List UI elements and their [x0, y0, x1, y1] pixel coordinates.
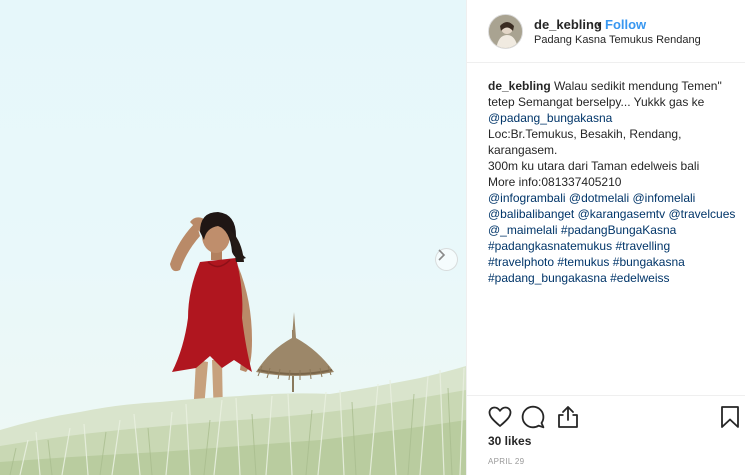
grass-field	[0, 366, 466, 475]
caption-text: Walau sedikit mendung Temen"	[550, 79, 722, 93]
heart-outline-icon[interactable]	[487, 404, 513, 430]
hashtag-link[interactable]: #padang_bungakasna	[488, 271, 607, 285]
mention-link[interactable]: @_maimelali	[488, 223, 558, 237]
caption-line: de_kebling Walau sedikit mendung Temen"	[488, 78, 740, 94]
mention-link[interactable]: @infomelali	[632, 191, 695, 205]
post-photo[interactable]	[0, 0, 466, 475]
caption-line: tetep Semangat berselpy... Yukkk gas ke	[488, 94, 740, 110]
profile-picture-icon	[489, 15, 522, 48]
caption-text: Loc:Br.Temukus, Besakih, Rendang,	[488, 127, 682, 141]
hashtag-link[interactable]: #temukus	[557, 255, 609, 269]
caption-line: @_maimelali #padangBungaKasna	[488, 222, 740, 238]
caption-line: @padang_bungakasna	[488, 110, 740, 126]
photo-scene	[0, 212, 466, 475]
follow-button[interactable]: Follow	[605, 17, 646, 32]
bookmark-icon[interactable]	[717, 404, 743, 430]
caption-text: 300m ku utara dari Taman edelweis bali	[488, 159, 700, 173]
caption-line: Loc:Br.Temukus, Besakih, Rendang,	[488, 126, 740, 142]
hashtag-link[interactable]: #edelweiss	[610, 271, 669, 285]
avatar[interactable]	[488, 14, 523, 49]
caption-line: #padangkasnatemukus #travelling	[488, 238, 740, 254]
caption-line: 300m ku utara dari Taman edelweis bali	[488, 158, 740, 174]
hashtag-link[interactable]: #travelling	[615, 239, 670, 253]
action-bar	[467, 395, 745, 435]
likes-count[interactable]: 30 likes	[488, 434, 531, 448]
post-date[interactable]: APRIL 29	[488, 457, 524, 466]
hashtag-link[interactable]: #bungakasna	[613, 255, 685, 269]
mention-link[interactable]: @travelcues	[669, 207, 736, 221]
mention-link[interactable]: @dotmelali	[569, 191, 629, 205]
caption-line: @infogrambali @dotmelali @infomelali	[488, 190, 740, 206]
caption-line: #padang_bungakasna #edelweiss	[488, 270, 740, 286]
post-caption: de_kebling Walau sedikit mendung Temen" t…	[488, 78, 740, 286]
hashtag-link[interactable]: #padangkasnatemukus	[488, 239, 612, 253]
caption-line: @balibalibanget @karangasemtv @travelcue…	[488, 206, 740, 222]
chevron-right-icon	[438, 249, 446, 261]
caption-line: karangasem.	[488, 142, 740, 158]
comment-bubble-icon[interactable]	[520, 404, 546, 430]
header-username[interactable]: de_kebling	[534, 17, 602, 32]
next-image-button[interactable]	[435, 248, 458, 271]
post-header: de_kebling • Follow Padang Kasna Temukus…	[467, 0, 745, 63]
mention-link[interactable]: @padang_bungakasna	[488, 111, 612, 125]
thatched-umbrella	[256, 312, 334, 392]
mention-link[interactable]: @infogrambali	[488, 191, 566, 205]
caption-text: tetep Semangat berselpy... Yukkk gas ke	[488, 95, 705, 109]
header-separator: •	[597, 17, 602, 32]
mention-link[interactable]: @balibalibanget	[488, 207, 574, 221]
caption-line: More info:081337405210	[488, 174, 740, 190]
hashtag-link[interactable]: #travelphoto	[488, 255, 554, 269]
woman-figure	[170, 212, 252, 420]
caption-text: More info:081337405210	[488, 175, 622, 189]
caption-username[interactable]: de_kebling	[488, 79, 551, 93]
mention-link[interactable]: @karangasemtv	[578, 207, 666, 221]
share-upload-icon[interactable]	[555, 404, 581, 430]
hashtag-link[interactable]: #padangBungaKasna	[561, 223, 676, 237]
caption-text: karangasem.	[488, 143, 558, 157]
post-side-panel: de_kebling • Follow Padang Kasna Temukus…	[466, 0, 745, 475]
location-link[interactable]: Padang Kasna Temukus Rendang	[534, 34, 701, 46]
caption-line: #travelphoto #temukus #bungakasna	[488, 254, 740, 270]
